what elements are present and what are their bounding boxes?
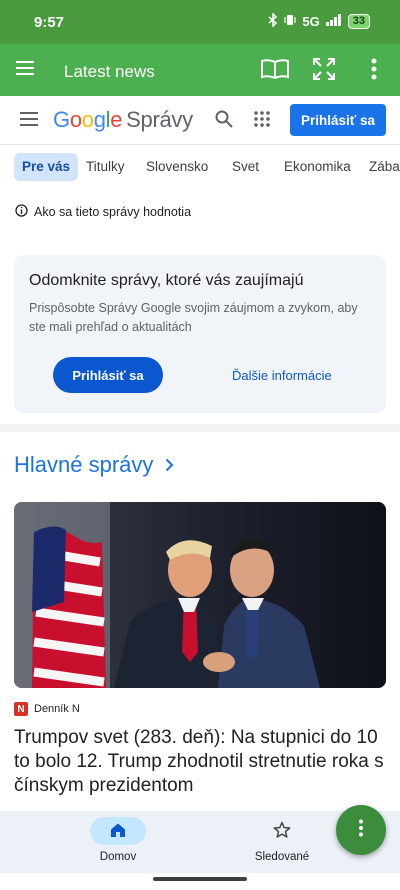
bluetooth-icon — [268, 12, 278, 30]
more-options-fab[interactable] — [336, 805, 386, 855]
vibrate-icon — [284, 14, 297, 29]
tab-pre-vas[interactable]: Pre vás — [14, 153, 79, 181]
top-stories-heading[interactable]: Hlavné správy — [14, 452, 174, 478]
book-icon[interactable] — [260, 58, 290, 85]
card-title: Odomknite správy, ktoré vás zaujímajú — [29, 272, 304, 289]
article-headline[interactable]: Trumpov svet (283. deň): Na stupnici do … — [14, 726, 392, 798]
battery-icon: 33 — [347, 14, 370, 29]
apps-icon[interactable] — [254, 111, 270, 132]
nav-following-pill — [254, 817, 310, 845]
personalize-card: Odomknite správy, ktoré vás zaujímajú Pr… — [14, 255, 386, 413]
menu-icon[interactable] — [16, 60, 34, 81]
search-icon[interactable] — [215, 110, 233, 133]
tab-ekonomika[interactable]: Ekonomika — [284, 153, 351, 181]
status-bar: 9:57 5G 33 — [0, 0, 400, 44]
nav-home-label: Domov — [99, 851, 137, 863]
article-image[interactable] — [14, 502, 386, 688]
news-header: Google Správy Prihlásiť sa — [0, 96, 400, 145]
source-name: Denník N — [34, 703, 80, 715]
app-bar: Latest news — [0, 44, 400, 96]
tab-slovensko[interactable]: Slovensko — [146, 153, 208, 181]
status-time: 9:57 — [34, 14, 65, 31]
more-vert-icon[interactable] — [371, 58, 377, 85]
signal-icon — [325, 14, 342, 29]
home-icon — [110, 822, 126, 841]
logo-brand: Google — [53, 107, 123, 132]
info-icon — [15, 204, 28, 220]
star-icon — [273, 821, 291, 842]
tab-svet[interactable]: Svet — [232, 153, 259, 181]
google-news-logo[interactable]: Google Správy — [53, 107, 193, 133]
signin-button[interactable]: Prihlásiť sa — [290, 104, 386, 136]
status-icons: 5G 33 — [268, 12, 370, 30]
source-logo: N — [14, 702, 28, 716]
tab-titulky[interactable]: Titulky — [86, 153, 125, 181]
ranking-info-text: Ako sa tieto správy hodnotia — [34, 205, 192, 219]
card-signin-button[interactable]: Prihlásiť sa — [53, 357, 163, 393]
gesture-bar[interactable] — [153, 877, 247, 881]
fullscreen-icon[interactable] — [313, 58, 335, 85]
card-description: Prispôsobte Správy Google svojim záujmom… — [29, 301, 358, 334]
nav-following[interactable]: Sledované — [222, 817, 342, 863]
more-info-link[interactable]: Ďalšie informácie — [232, 368, 332, 383]
network-label: 5G — [302, 14, 320, 29]
more-vert-icon — [358, 819, 364, 842]
tab-zabava[interactable]: Zábava — [369, 153, 400, 181]
nav-following-label: Sledované — [254, 851, 310, 863]
chevron-right-icon — [165, 452, 174, 478]
section-title-text: Hlavné správy — [14, 452, 154, 477]
nav-home-pill — [90, 817, 146, 845]
logo-product: Správy — [126, 107, 193, 132]
ranking-info[interactable]: Ako sa tieto správy hodnotia — [15, 204, 191, 220]
nav-home[interactable]: Domov — [58, 817, 178, 863]
app-title: Latest news — [64, 62, 155, 81]
article-source[interactable]: N Denník N — [14, 702, 80, 716]
section-divider — [0, 424, 400, 432]
menu-icon[interactable] — [20, 112, 38, 131]
topic-tabs: Pre vás Titulky Slovensko Svet Ekonomika… — [0, 150, 400, 184]
